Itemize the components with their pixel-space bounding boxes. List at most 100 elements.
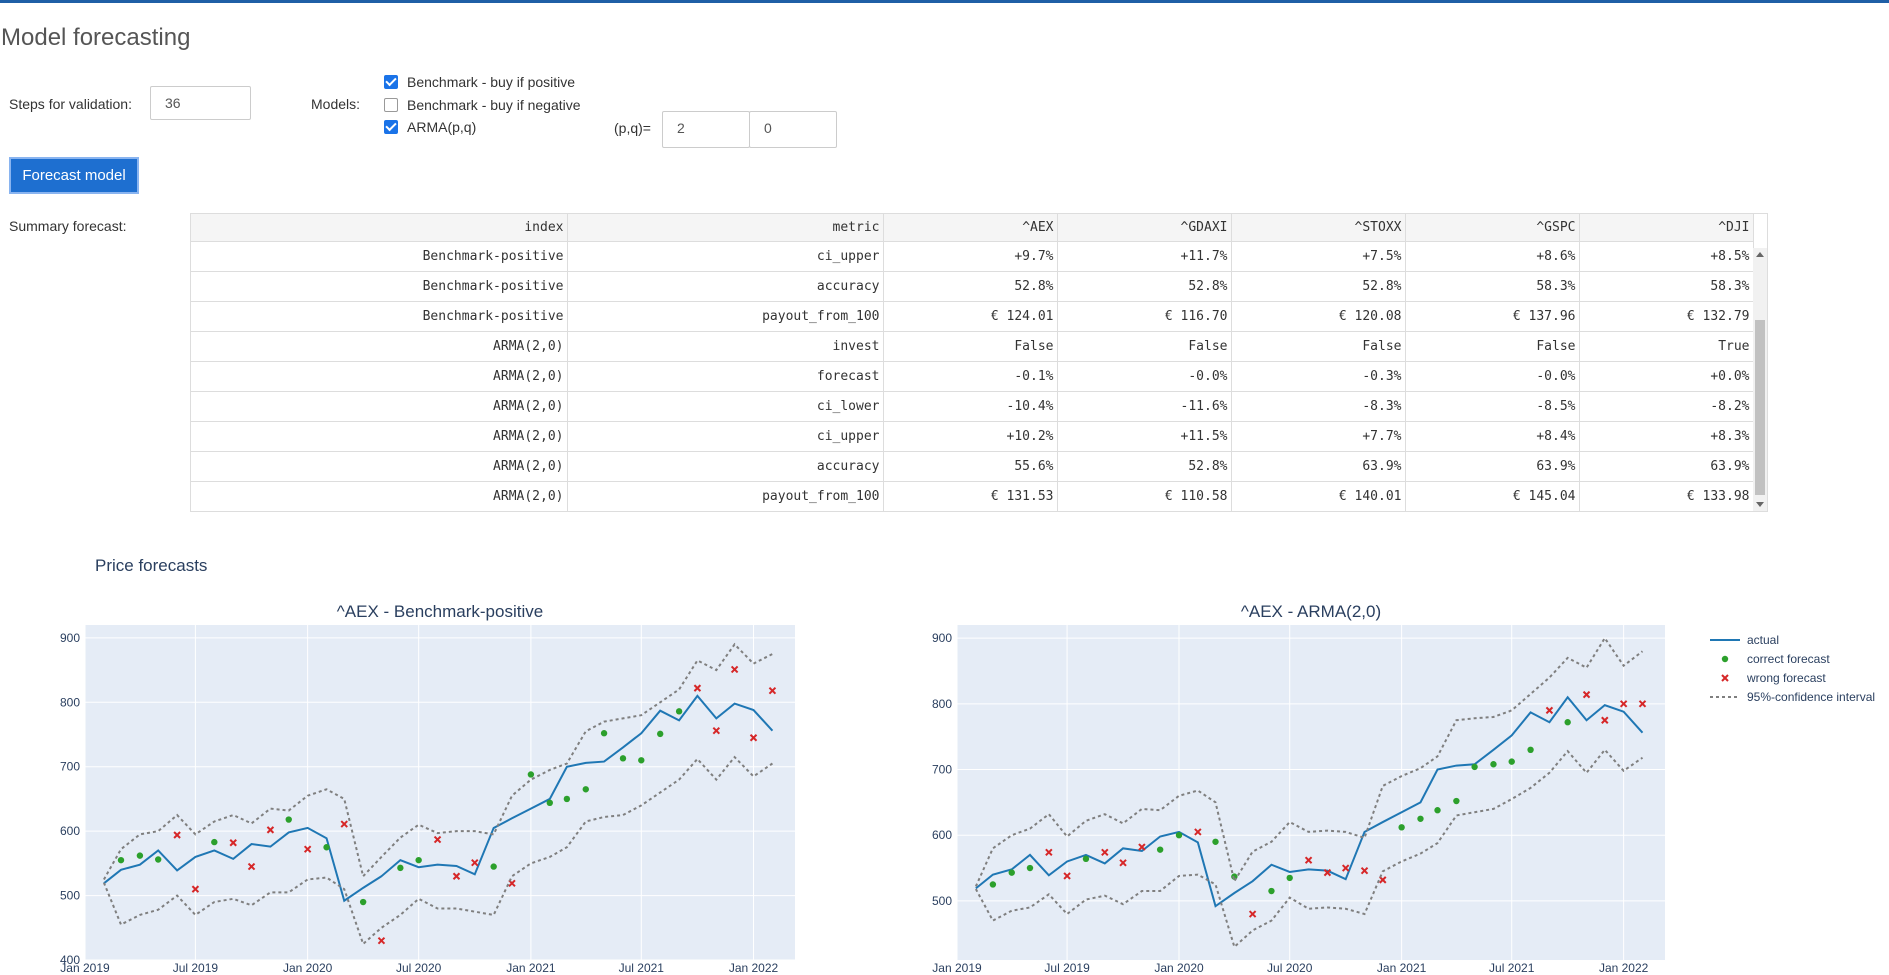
chart-title: ^AEX - ARMA(2,0) — [1241, 602, 1381, 621]
table-cell: +7.5% — [1231, 241, 1406, 272]
correct-forecast-point — [1008, 869, 1015, 876]
wrong-forecast-point — [730, 665, 739, 674]
model-option-arma[interactable]: ARMA(p,q) — [384, 118, 476, 136]
table-cell: € 131.53 — [883, 481, 1058, 511]
legend-item: wrong forecast — [1721, 671, 1826, 685]
steps-input[interactable]: 36 — [150, 86, 251, 120]
table-cell: € 110.58 — [1057, 481, 1232, 511]
wrong-forecast-point — [1582, 690, 1591, 699]
table-cell: ci_upper — [567, 241, 884, 272]
wrong-forecast-point — [693, 684, 702, 692]
wrong-forecast-point — [768, 687, 777, 695]
wrong-forecast-point — [1638, 700, 1647, 708]
wrong-forecast-point — [340, 820, 348, 828]
correct-forecast-point — [1417, 815, 1424, 822]
x-tick-label: Jul 2020 — [1267, 961, 1313, 975]
table-cell: € 133.98 — [1579, 481, 1754, 511]
table-cell: -10.4% — [883, 391, 1058, 422]
wrong-forecast-point — [1304, 856, 1313, 864]
table-cell: False — [1057, 331, 1232, 362]
column-header[interactable]: metric — [567, 214, 884, 242]
legend-label: actual — [1747, 633, 1779, 647]
wrong-forecast-point — [1248, 910, 1257, 918]
table-cell: ARMA(2,0) — [191, 451, 568, 482]
correct-forecast-point — [490, 863, 497, 870]
model-option-benchmark-positive[interactable]: Benchmark - buy if positive — [384, 73, 575, 91]
correct-forecast-point — [582, 786, 589, 793]
table-cell: 58.3% — [1405, 271, 1580, 302]
table-cell: False — [883, 331, 1058, 362]
series-confidence-line — [974, 748, 1644, 949]
correct-forecast-point — [1471, 763, 1478, 771]
section-title: Price forecasts — [95, 556, 208, 575]
wrong-forecast-point — [247, 862, 256, 871]
scroll-down-arrow-icon[interactable] — [1756, 502, 1764, 507]
legend-dot-icon — [1721, 655, 1729, 663]
wrong-forecast-point — [1341, 864, 1350, 872]
wrong-forecast-point — [452, 872, 461, 880]
legend-x-icon — [1721, 674, 1729, 682]
table-cell: ci_lower — [567, 391, 884, 422]
correct-forecast-point — [619, 755, 627, 762]
correct-forecast-point — [117, 856, 125, 864]
correct-forecast-point — [1026, 864, 1034, 872]
column-header[interactable]: ^AEX — [883, 214, 1058, 242]
y-tick-label: 600 — [60, 824, 80, 838]
y-tick-label: 900 — [60, 631, 80, 645]
correct-forecast-point — [1434, 807, 1441, 814]
wrong-forecast-point — [1323, 868, 1332, 877]
table-cell: +9.7% — [883, 241, 1058, 272]
table-cell: € 140.01 — [1231, 481, 1406, 511]
wrong-forecast-point — [191, 885, 200, 893]
scroll-thumb[interactable] — [1755, 320, 1765, 495]
column-header[interactable]: ^GSPC — [1405, 214, 1580, 242]
table-cell: -8.2% — [1579, 391, 1754, 422]
table-cell: -8.5% — [1405, 391, 1580, 422]
correct-forecast-point — [323, 844, 330, 851]
q-input[interactable]: 0 — [749, 111, 837, 148]
x-tick-label: Jan 2021 — [506, 961, 556, 975]
table-cell: +0.0% — [1579, 361, 1754, 392]
table-cell: +7.7% — [1231, 421, 1406, 452]
table-cell: +11.5% — [1057, 421, 1232, 452]
series-confidence-line — [103, 642, 773, 880]
table-cell: ARMA(2,0) — [191, 331, 568, 362]
wrong-forecast-point — [749, 734, 758, 742]
column-header[interactable]: index — [191, 214, 568, 242]
checkbox-checked-icon[interactable] — [384, 75, 398, 89]
table-cell: -0.0% — [1057, 361, 1232, 392]
model-option-label: Benchmark - buy if negative — [407, 97, 581, 113]
wrong-forecast-point — [1138, 843, 1146, 851]
scroll-up-arrow-icon[interactable] — [1756, 252, 1764, 257]
table-row: ARMA(2,0) accuracy 55.6% 52.8% 63.9% 63.9% 63.… — [191, 451, 1754, 482]
pq-label: (p,q)= — [614, 120, 651, 136]
p-input[interactable]: 2 — [662, 111, 750, 148]
column-header[interactable]: ^STOXX — [1231, 214, 1406, 242]
table-cell: Benchmark-positive — [191, 241, 568, 272]
column-header[interactable]: ^DJI — [1579, 214, 1754, 242]
series-confidence-line — [102, 755, 773, 946]
x-tick-label: Jul 2019 — [1044, 961, 1090, 975]
wrong-forecast-point — [1601, 716, 1609, 724]
table-cell: -0.1% — [883, 361, 1058, 392]
table-cell: +8.6% — [1405, 241, 1580, 272]
column-header[interactable]: ^GDAXI — [1057, 214, 1232, 242]
model-option-benchmark-negative[interactable]: Benchmark - buy if negative — [384, 96, 581, 114]
correct-forecast-point — [1231, 873, 1238, 880]
wrong-forecast-point — [1119, 859, 1127, 867]
wrong-forecast-point — [1194, 828, 1202, 836]
table-cell: ARMA(2,0) — [191, 361, 568, 392]
table-cell: +10.2% — [883, 421, 1058, 452]
checkbox-checked-icon[interactable] — [384, 120, 398, 134]
x-tick-label: Jan 2020 — [283, 961, 333, 975]
chart-aex-arma: 500 600 700 800 900 Jan 2019 Jul 2019 Jan 2020 J… — [932, 602, 1665, 975]
table-scrollbar[interactable] — [1753, 248, 1767, 511]
correct-forecast-point — [1508, 758, 1515, 765]
table-cell: 58.3% — [1579, 271, 1754, 302]
table-cell: -11.6% — [1057, 391, 1232, 422]
correct-forecast-point — [1453, 797, 1460, 805]
checkbox-unchecked-icon[interactable] — [384, 98, 398, 112]
forecast-model-button[interactable]: Forecast model — [9, 157, 139, 194]
x-tick-label: Jul 2021 — [619, 961, 665, 975]
legend-x-icon — [1721, 674, 1729, 682]
